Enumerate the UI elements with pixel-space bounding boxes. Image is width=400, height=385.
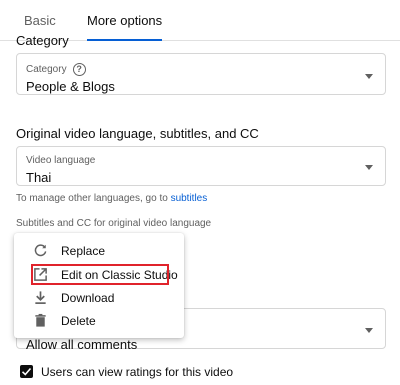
tab-more-options-label: More options (87, 13, 163, 28)
video-options-menu: Replace Edit on Classic Studio Download … (14, 233, 184, 338)
dropdown-caret-icon (365, 165, 373, 170)
menu-item-label: Download (61, 291, 115, 305)
manage-languages-text: To manage other languages, go to subtitl… (16, 193, 207, 204)
menu-item-download[interactable]: Download (14, 286, 184, 309)
subtitles-link[interactable]: subtitles (171, 193, 208, 204)
menu-item-replace[interactable]: Replace (14, 239, 184, 262)
menu-item-delete[interactable]: Delete (14, 309, 184, 332)
video-language-dropdown[interactable]: Video language Thai (16, 146, 386, 186)
ratings-label: Users can view ratings for this video (41, 365, 234, 379)
download-icon (35, 291, 46, 304)
active-tab-indicator (87, 39, 163, 41)
category-dropdown[interactable]: Category ? People & Blogs (16, 53, 386, 95)
ratings-checkbox[interactable] (20, 365, 33, 378)
subtitles-description: Subtitles and CC for original video lang… (16, 218, 212, 229)
category-section-header: Category (16, 33, 69, 48)
help-icon[interactable]: ? (72, 63, 86, 76)
category-field-label-row: Category ? (26, 63, 86, 76)
comments-value: Allow all comments (26, 337, 138, 352)
manage-languages-prefix: To manage other languages, go to (16, 193, 168, 204)
replace-icon (34, 244, 47, 257)
language-section-title: Original video language, subtitles, and … (16, 126, 259, 141)
checkmark-icon (21, 367, 32, 376)
dropdown-caret-icon (365, 328, 373, 333)
trash-icon (35, 313, 46, 327)
video-language-label: Video language (26, 155, 96, 166)
menu-item-label: Delete (61, 314, 96, 328)
video-language-value: Thai (26, 170, 52, 185)
category-field-label: Category (26, 64, 67, 75)
tab-more-options[interactable]: More options (87, 0, 163, 41)
dropdown-caret-icon (365, 74, 373, 79)
menu-item-label: Replace (61, 244, 106, 258)
category-value: People & Blogs (26, 79, 115, 94)
highlight-annotation (31, 264, 169, 285)
